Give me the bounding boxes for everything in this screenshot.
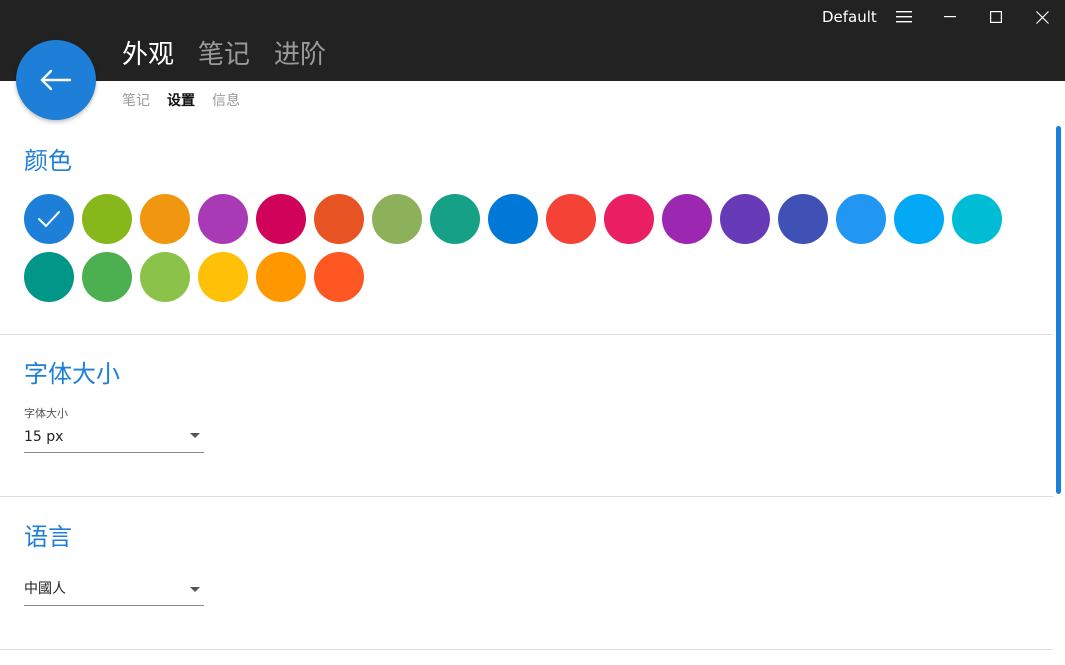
tab-appearance[interactable]: 外观 xyxy=(122,38,174,74)
color-swatch[interactable] xyxy=(546,194,596,244)
divider xyxy=(0,649,1053,650)
color-swatch[interactable] xyxy=(894,194,944,244)
color-swatch[interactable] xyxy=(662,194,712,244)
sub-tabs: 笔记 设置 信息 xyxy=(122,92,240,110)
font-size-title: 字体大小 xyxy=(24,360,120,388)
color-swatch[interactable] xyxy=(198,194,248,244)
color-swatch[interactable] xyxy=(778,194,828,244)
color-swatch[interactable] xyxy=(24,252,74,302)
color-swatch[interactable] xyxy=(198,252,248,302)
color-swatch[interactable] xyxy=(314,252,364,302)
scrollbar[interactable] xyxy=(1056,126,1061,494)
close-icon xyxy=(1035,10,1049,24)
font-size-value: 15 px xyxy=(24,429,64,445)
color-swatch[interactable] xyxy=(256,252,306,302)
divider xyxy=(0,496,1053,497)
arrow-left-icon xyxy=(40,69,72,91)
color-swatch[interactable] xyxy=(82,252,132,302)
subtab-notes[interactable]: 笔记 xyxy=(122,92,150,110)
field-underline xyxy=(24,605,204,606)
menu-button[interactable] xyxy=(889,4,919,30)
subtab-settings[interactable]: 设置 xyxy=(167,92,195,110)
color-swatch[interactable] xyxy=(256,194,306,244)
divider xyxy=(0,334,1053,335)
color-swatch[interactable] xyxy=(314,194,364,244)
color-swatch[interactable] xyxy=(604,194,654,244)
tab-advanced[interactable]: 进阶 xyxy=(274,38,326,74)
minimize-button[interactable] xyxy=(935,4,965,30)
back-button[interactable] xyxy=(16,40,96,120)
chevron-down-icon xyxy=(190,587,200,592)
color-swatch[interactable] xyxy=(836,194,886,244)
font-size-select[interactable]: 字体大小 15 px xyxy=(24,407,204,453)
color-swatch[interactable] xyxy=(24,194,74,244)
maximize-button[interactable] xyxy=(981,4,1011,30)
language-select[interactable]: 中國人 xyxy=(24,580,204,606)
title-bar: Default 外观 笔记 进阶 xyxy=(0,0,1065,81)
font-size-field-label: 字体大小 xyxy=(24,407,68,420)
subtab-info[interactable]: 信息 xyxy=(212,92,240,110)
color-swatch[interactable] xyxy=(82,194,132,244)
color-swatch[interactable] xyxy=(430,194,480,244)
color-swatch[interactable] xyxy=(140,252,190,302)
color-swatch[interactable] xyxy=(372,194,422,244)
checkmark-icon xyxy=(38,211,60,227)
color-swatch[interactable] xyxy=(720,194,770,244)
chevron-down-icon xyxy=(190,433,200,438)
language-title: 语言 xyxy=(24,523,72,551)
color-swatch[interactable] xyxy=(952,194,1002,244)
hamburger-icon xyxy=(896,11,912,23)
color-swatch[interactable] xyxy=(488,194,538,244)
field-underline xyxy=(24,452,204,453)
profile-name[interactable]: Default xyxy=(822,8,877,26)
tab-notes[interactable]: 笔记 xyxy=(198,38,250,74)
close-button[interactable] xyxy=(1027,4,1057,30)
maximize-icon xyxy=(990,11,1002,23)
color-swatch[interactable] xyxy=(140,194,190,244)
language-value: 中國人 xyxy=(24,581,66,597)
colors-title: 颜色 xyxy=(24,147,72,175)
minimize-icon xyxy=(944,16,956,18)
main-tabs: 外观 笔记 进阶 xyxy=(122,38,326,74)
